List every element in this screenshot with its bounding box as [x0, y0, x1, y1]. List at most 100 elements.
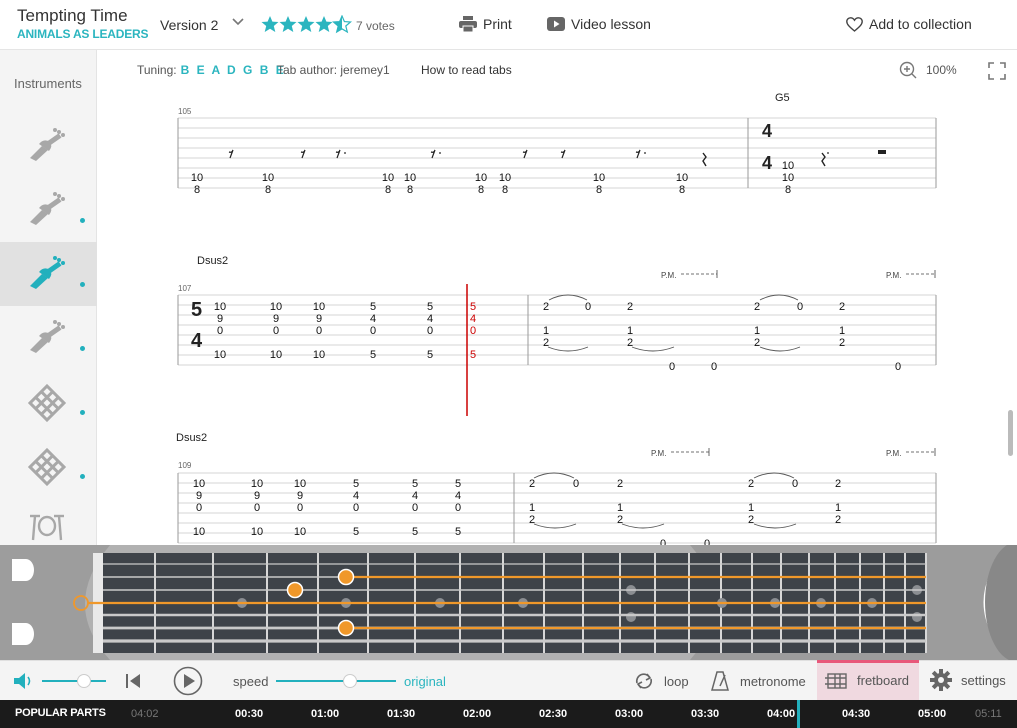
chord-name: Dsus2	[176, 432, 207, 444]
tab-author[interactable]: Tab author: jeremey1	[277, 63, 390, 77]
add-to-collection-button[interactable]: Add to collection	[846, 16, 972, 32]
rating-stars[interactable]	[261, 14, 353, 40]
time-marker[interactable]: 05:00	[918, 708, 946, 720]
time-marker[interactable]: 01:30	[387, 708, 415, 720]
volume-icon[interactable]	[14, 672, 34, 695]
has-notes-dot	[80, 346, 85, 351]
measure-number: 109	[178, 461, 192, 470]
chevron-down-icon[interactable]	[232, 15, 244, 30]
fretboard-toggle[interactable]: fretboard	[817, 660, 919, 700]
time-marker[interactable]: 04:30	[842, 708, 870, 720]
time-marker[interactable]: 02:30	[539, 708, 567, 720]
svg-text:0: 0	[585, 301, 591, 313]
svg-text:P.M.: P.M.	[886, 449, 901, 458]
scrollbar-thumb[interactable]	[1008, 410, 1013, 456]
svg-text:2: 2	[748, 478, 754, 490]
loop-icon[interactable]	[633, 671, 655, 696]
svg-text:0: 0	[895, 361, 901, 373]
time-signature-bottom: 4	[762, 153, 772, 173]
artist-link[interactable]: ANIMALS AS LEADERS	[17, 27, 148, 41]
loop-label[interactable]: loop	[664, 674, 689, 689]
zoom-in-icon[interactable]	[899, 61, 917, 84]
svg-text:0: 0	[370, 325, 376, 337]
instrument-item[interactable]	[0, 434, 97, 498]
time-marker[interactable]: 01:00	[311, 708, 339, 720]
svg-text:2: 2	[754, 301, 760, 313]
header: Tempting Time ANIMALS AS LEADERS Version…	[0, 0, 1017, 50]
previous-icon[interactable]	[125, 673, 141, 694]
settings-icon[interactable]	[930, 669, 952, 696]
tab-notes: 1081081081081081081081081010810901010901…	[191, 160, 901, 545]
speed-slider-knob[interactable]	[343, 674, 357, 688]
metronome-label[interactable]: metronome	[740, 674, 806, 689]
svg-text:4: 4	[455, 490, 461, 502]
tab-score[interactable]: 10 8 10 8 10 8 10 8 10 8 10 8 10 8 10 8 10 10 8 10 9 0 10 10 9 0 1…	[97, 85, 1017, 545]
measure-number: 107	[178, 284, 192, 293]
svg-text:10: 10	[499, 172, 511, 184]
instrument-item[interactable]	[0, 178, 97, 242]
speed-slider[interactable]	[276, 674, 396, 688]
time-marker[interactable]: 03:00	[615, 708, 643, 720]
svg-text:5: 5	[370, 301, 376, 313]
instrument-item[interactable]	[0, 242, 97, 306]
svg-text:10: 10	[193, 478, 205, 490]
svg-text:8: 8	[478, 184, 484, 196]
svg-text:10: 10	[294, 526, 306, 538]
svg-text:0: 0	[660, 538, 666, 545]
svg-text:0: 0	[797, 301, 803, 313]
svg-text:2: 2	[835, 478, 841, 490]
svg-text:9: 9	[217, 313, 223, 325]
volume-slider[interactable]	[42, 674, 106, 688]
play-button[interactable]	[173, 666, 203, 701]
has-notes-dot	[80, 410, 85, 415]
svg-text:10: 10	[404, 172, 416, 184]
tuning-label: Tuning:	[137, 63, 177, 77]
collection-label: Add to collection	[869, 16, 972, 32]
tuning-info: Tuning: B E A D G B E	[137, 63, 286, 77]
has-notes-dot	[80, 282, 85, 287]
volume-slider-knob[interactable]	[77, 674, 91, 688]
settings-label[interactable]: settings	[961, 673, 1006, 688]
instrument-item[interactable]	[0, 306, 97, 370]
chord-name: Dsus2	[197, 255, 228, 267]
print-button[interactable]: Print	[459, 16, 512, 32]
svg-text:1: 1	[617, 502, 623, 514]
svg-text:4: 4	[470, 313, 476, 325]
svg-text:0: 0	[711, 361, 717, 373]
svg-text:5: 5	[427, 301, 433, 313]
time-signature-top: 4	[762, 121, 772, 141]
svg-text:5: 5	[455, 478, 461, 490]
time-marker[interactable]: 04:00	[767, 708, 795, 720]
has-notes-dot	[80, 474, 85, 479]
time-marker[interactable]: 02:00	[463, 708, 491, 720]
staff-lines	[177, 117, 937, 544]
svg-text:8: 8	[265, 184, 271, 196]
svg-text:0: 0	[316, 325, 322, 337]
timeline-playhead[interactable]	[797, 700, 800, 728]
how-to-read-link[interactable]: How to read tabs	[421, 63, 512, 77]
time-marker[interactable]: 03:30	[691, 708, 719, 720]
svg-text:0: 0	[254, 502, 260, 514]
instrument-item[interactable]	[0, 114, 97, 178]
speed-value[interactable]: original	[404, 674, 446, 689]
version-selector[interactable]: Version 2	[160, 17, 218, 33]
time-marker[interactable]: 00:30	[235, 708, 263, 720]
zoom-level[interactable]: 100%	[926, 63, 957, 77]
svg-text:8: 8	[407, 184, 413, 196]
svg-text:P.M.: P.M.	[886, 271, 901, 280]
printer-icon	[459, 16, 477, 32]
time-marker: 05:11	[975, 708, 1002, 720]
svg-text:10: 10	[782, 172, 794, 184]
chord-name: G5	[775, 92, 790, 104]
video-lesson-button[interactable]: Video lesson	[547, 16, 651, 32]
svg-text:2: 2	[835, 514, 841, 526]
fretboard-view[interactable]	[0, 545, 1017, 660]
svg-text:9: 9	[297, 490, 303, 502]
svg-text:0: 0	[470, 325, 476, 337]
popular-parts-label[interactable]: POPULAR PARTS	[15, 707, 106, 719]
instrument-item[interactable]	[0, 370, 97, 434]
fullscreen-icon[interactable]	[988, 62, 1006, 85]
svg-text:10: 10	[270, 349, 282, 361]
metronome-icon[interactable]	[710, 671, 730, 696]
fretboard-label: fretboard	[857, 673, 910, 688]
